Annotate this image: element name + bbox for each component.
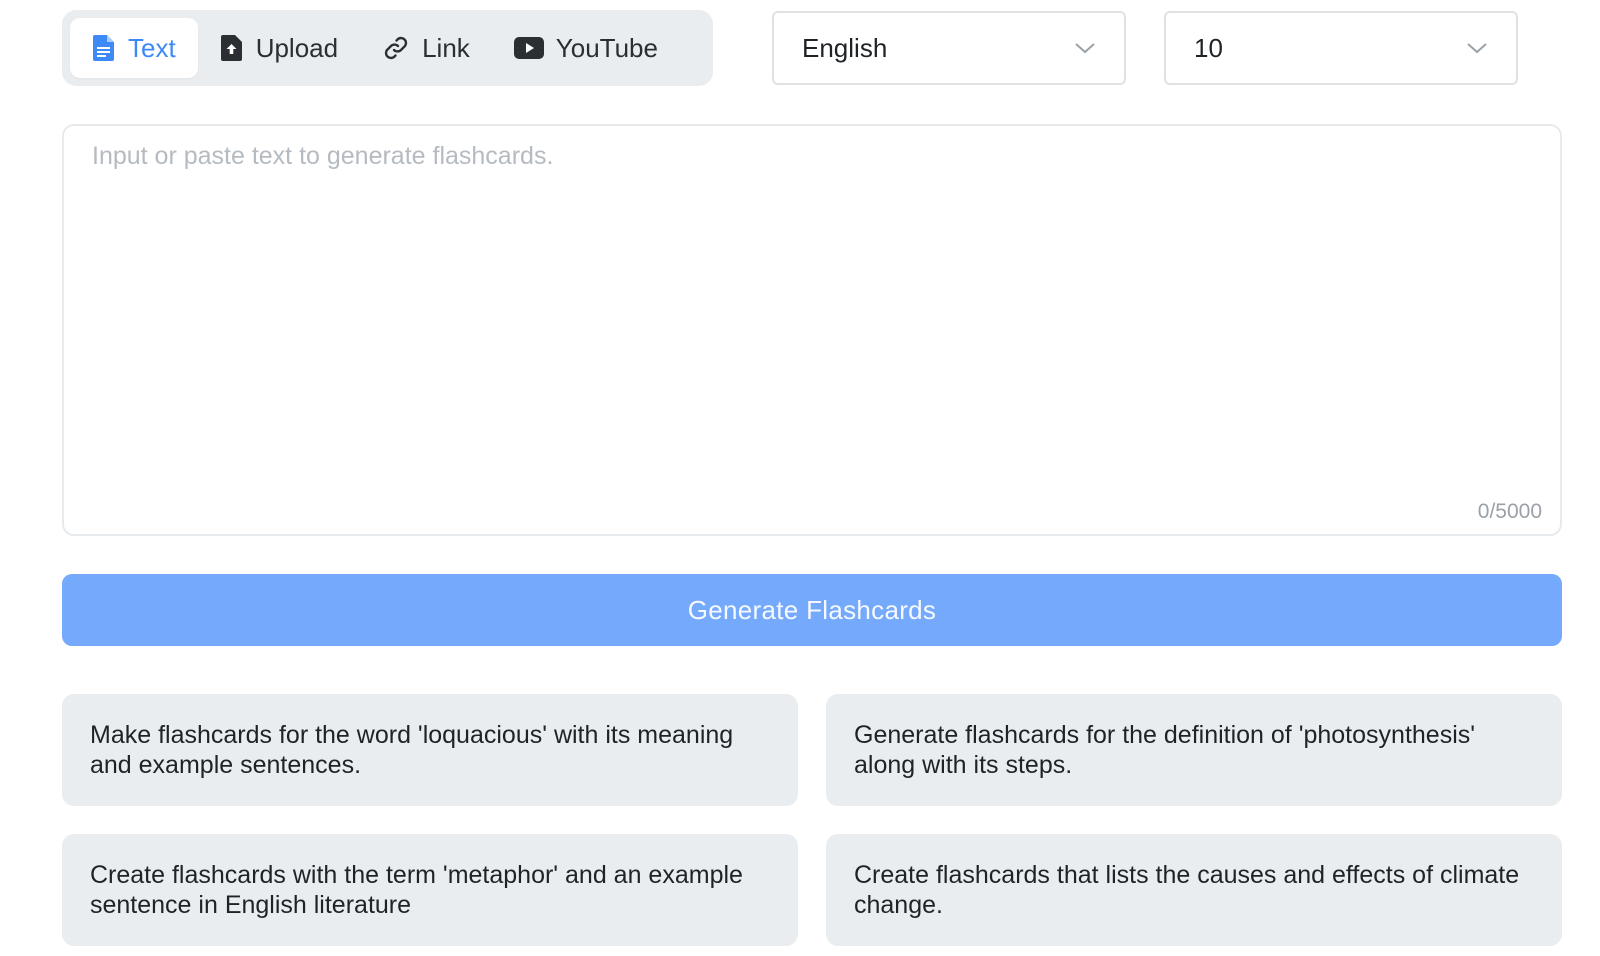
- youtube-icon: [513, 37, 544, 59]
- source-tabs: Text Upload Link YouTube: [62, 10, 713, 86]
- tab-youtube-label: YouTube: [555, 32, 658, 63]
- upload-icon: [220, 35, 242, 61]
- tab-youtube[interactable]: YouTube: [492, 18, 680, 78]
- count-select[interactable]: 10: [1164, 11, 1518, 85]
- tab-upload[interactable]: Upload: [198, 18, 360, 78]
- chevron-down-icon: [1467, 43, 1487, 54]
- character-counter: 0/5000: [1477, 500, 1542, 523]
- text-input[interactable]: [64, 126, 1560, 534]
- suggestion-card[interactable]: Create flashcards with the term 'metapho…: [62, 834, 798, 946]
- tab-link[interactable]: Link: [360, 18, 492, 78]
- count-select-value: 10: [1194, 32, 1223, 63]
- tab-link-label: Link: [422, 32, 470, 63]
- suggestion-card[interactable]: Create flashcards that lists the causes …: [826, 834, 1562, 946]
- tab-text-label: Text: [128, 32, 176, 63]
- language-select-value: English: [802, 32, 888, 63]
- link-icon: [384, 36, 408, 60]
- chevron-down-icon: [1075, 43, 1095, 54]
- tab-upload-label: Upload: [255, 32, 339, 63]
- tab-text[interactable]: Text: [70, 18, 198, 78]
- text-input-container: 0/5000: [62, 124, 1562, 536]
- suggestion-card[interactable]: Make flashcards for the word 'loquacious…: [62, 694, 798, 806]
- suggestion-card[interactable]: Generate flashcards for the definition o…: [826, 694, 1562, 806]
- language-select[interactable]: English: [772, 11, 1126, 85]
- document-icon: [93, 35, 114, 61]
- generate-flashcards-button[interactable]: Generate Flashcards: [62, 574, 1562, 646]
